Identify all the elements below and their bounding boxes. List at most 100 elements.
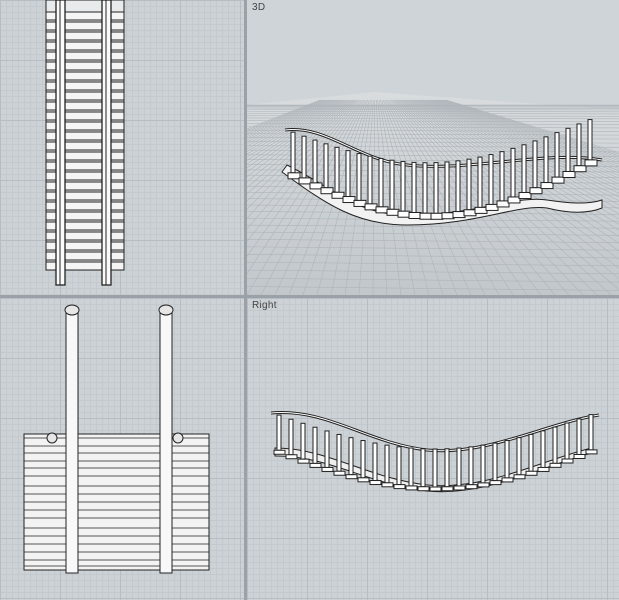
plank: [397, 210, 411, 218]
plank: [375, 206, 389, 214]
plank: [419, 212, 433, 220]
post: [324, 430, 330, 468]
post: [372, 442, 378, 482]
post: [323, 143, 329, 189]
post: [587, 119, 593, 161]
plank: [364, 203, 378, 211]
plank: [477, 482, 490, 488]
plank: [381, 482, 394, 488]
post: [411, 161, 417, 214]
plank: [417, 486, 430, 492]
post: [356, 153, 362, 201]
plank: [405, 485, 418, 491]
post: [504, 440, 510, 479]
post: [300, 422, 306, 460]
plank: [285, 454, 298, 460]
plank: [474, 206, 488, 214]
plank: [345, 474, 358, 480]
post: [588, 414, 594, 451]
plank: [331, 191, 345, 199]
post: [499, 151, 505, 202]
post: [477, 156, 483, 208]
plank: [309, 182, 323, 190]
post: [348, 437, 354, 476]
plank: [529, 187, 543, 195]
plank: [562, 170, 576, 178]
post: [576, 418, 582, 456]
post: [510, 147, 516, 198]
plank: [273, 449, 286, 455]
plank: [573, 454, 586, 460]
plank: [386, 208, 400, 216]
bridge-top-view: [45, 0, 125, 286]
plank: [501, 477, 514, 483]
plank: [573, 165, 587, 173]
plank: [408, 212, 422, 220]
post: [360, 440, 366, 479]
plank: [584, 159, 598, 167]
post: [480, 444, 486, 484]
post: [400, 161, 406, 212]
post: [444, 448, 450, 488]
post: [455, 160, 461, 213]
plank: [353, 199, 367, 207]
plank: [441, 486, 454, 492]
post: [408, 447, 414, 487]
post: [422, 162, 428, 214]
post: [433, 162, 439, 214]
plank: [549, 462, 562, 468]
plank: [321, 466, 334, 472]
post: [384, 444, 390, 484]
plank: [551, 176, 565, 184]
post: [521, 144, 527, 194]
plank: [540, 182, 554, 190]
viewport-perspective[interactable]: 3D: [247, 0, 619, 295]
post: [444, 161, 450, 214]
plank: [537, 466, 550, 472]
plank: [333, 470, 346, 476]
plank: [298, 177, 312, 185]
plank: [342, 196, 356, 204]
post: [378, 157, 384, 208]
plank: [430, 212, 444, 220]
post: [420, 448, 426, 488]
plank: [441, 212, 455, 220]
post: [312, 426, 318, 464]
bridge-front-view: [23, 304, 210, 574]
post: [468, 446, 474, 486]
post: [389, 159, 395, 210]
post: [492, 442, 498, 482]
post: [276, 414, 282, 451]
post: [367, 155, 373, 205]
post: [576, 123, 582, 167]
post: [564, 422, 570, 460]
post: [552, 426, 558, 464]
plank: [297, 458, 310, 464]
viewport-front[interactable]: [0, 298, 244, 600]
post: [288, 418, 294, 456]
bridge-right-view: [270, 411, 600, 493]
post: [432, 448, 438, 488]
plank: [561, 458, 574, 464]
post: [345, 150, 351, 198]
plank: [393, 484, 406, 490]
plank: [429, 486, 442, 492]
post: [565, 127, 571, 172]
post: [312, 139, 318, 184]
viewport-right[interactable]: Right: [247, 298, 619, 600]
post: [554, 132, 560, 178]
post: [516, 437, 522, 476]
post: [532, 140, 538, 189]
post: [301, 135, 307, 179]
plank: [465, 484, 478, 490]
post: [290, 131, 296, 174]
post: [488, 154, 494, 205]
plank: [485, 203, 499, 211]
plank: [518, 192, 532, 200]
post: [466, 158, 472, 211]
viewport-top[interactable]: [0, 0, 244, 295]
plank: [369, 480, 382, 486]
plank: [453, 485, 466, 491]
post: [540, 430, 546, 468]
plank: [452, 211, 466, 219]
